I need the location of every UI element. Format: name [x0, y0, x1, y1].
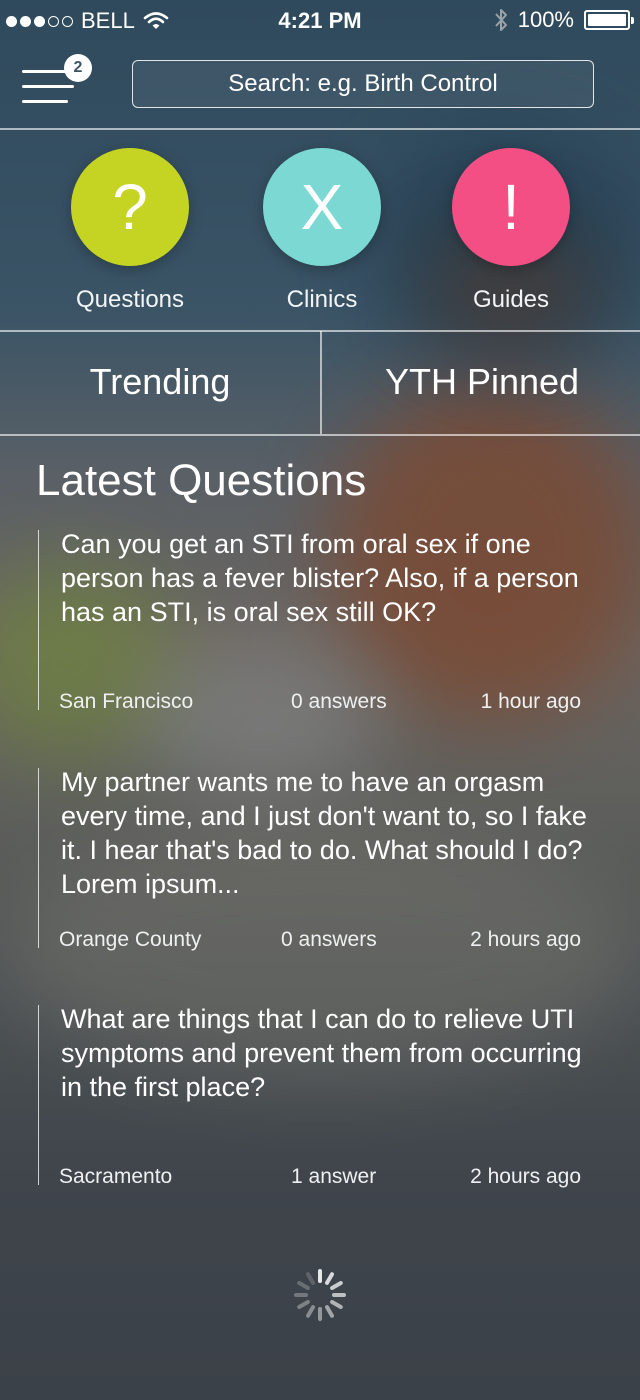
- notification-badge: 2: [64, 54, 92, 82]
- spinner-icon: [294, 1269, 346, 1321]
- question-location: Orange County: [59, 928, 202, 951]
- question-time: 2 hours ago: [470, 1165, 581, 1188]
- question-text: My partner wants me to have an orgasm ev…: [61, 767, 587, 899]
- question-location: San Francisco: [59, 690, 194, 713]
- status-bar: BELL 4:21 PM 100%: [0, 0, 640, 40]
- question-answer-count: 1 answer: [291, 1165, 377, 1188]
- divider: [0, 128, 640, 130]
- question-text: Can you get an STI from oral sex if one …: [61, 529, 579, 627]
- question-answer-count: 0 answers: [281, 928, 377, 951]
- question-card[interactable]: What are things that I can do to relieve…: [38, 1004, 599, 1188]
- battery-percent: 100%: [517, 7, 574, 32]
- clinic-icon: X: [263, 148, 381, 266]
- question-location: Sacramento: [59, 1165, 173, 1188]
- question-answer-count: 0 answers: [291, 690, 387, 713]
- question-time: 2 hours ago: [470, 928, 581, 951]
- nav-label: Guides: [472, 286, 550, 313]
- bluetooth-icon: [494, 9, 507, 31]
- nav-label: Questions: [75, 286, 185, 313]
- section-title: Latest Questions: [36, 456, 367, 505]
- tab-trending[interactable]: Trending: [0, 331, 320, 433]
- question-card[interactable]: Can you get an STI from oral sex if one …: [38, 529, 599, 713]
- guide-icon: !: [452, 148, 570, 266]
- question-text: What are things that I can do to relieve…: [61, 1004, 582, 1102]
- divider: [0, 434, 640, 436]
- nav-questions[interactable]: ? Questions: [50, 148, 210, 314]
- search-input[interactable]: Search: e.g. Birth Control: [132, 60, 594, 108]
- battery-icon: [584, 10, 634, 30]
- nav-clinics[interactable]: X Clinics: [242, 148, 402, 314]
- question-icon: ?: [71, 148, 189, 266]
- nav-label: Clinics: [286, 286, 358, 313]
- question-card[interactable]: My partner wants me to have an orgasm ev…: [38, 767, 599, 951]
- question-time: 1 hour ago: [480, 690, 581, 713]
- tab-yth-pinned[interactable]: YTH Pinned: [322, 331, 640, 433]
- nav-guides[interactable]: ! Guides: [431, 148, 591, 314]
